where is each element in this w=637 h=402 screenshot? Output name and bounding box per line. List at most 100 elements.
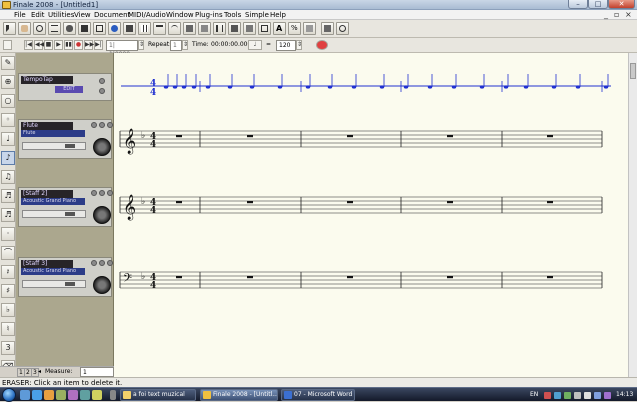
pan-dial-icon[interactable] (93, 206, 111, 224)
start-button[interactable] (2, 388, 16, 402)
volume-fader[interactable] (22, 280, 86, 288)
mdi-restore-button[interactable]: ▫ (614, 10, 619, 19)
time-signature-tool-button[interactable] (78, 22, 91, 35)
tray-icon[interactable] (554, 392, 561, 399)
hand-grabber-button[interactable] (18, 22, 31, 35)
repeat-spinner[interactable]: ⇕ (182, 40, 188, 50)
vertical-scrollbar[interactable] (628, 53, 637, 377)
menu-tools[interactable]: Tools (224, 11, 241, 19)
volume-fader[interactable] (22, 142, 86, 150)
fader-thumb[interactable] (65, 282, 75, 286)
pencil-tool-button[interactable]: ✎ (1, 56, 15, 70)
tray-icon[interactable] (594, 392, 601, 399)
mdi-close-button[interactable]: × (625, 10, 632, 19)
pause-button[interactable]: ▮▮ (64, 40, 73, 50)
forward-to-end-button[interactable]: ▶| (94, 40, 103, 50)
rest-button[interactable]: 𝄽 (1, 265, 15, 279)
record-arm-icon[interactable] (107, 190, 113, 196)
zoom-tool-button[interactable] (33, 22, 46, 35)
scroll-left-icon[interactable]: ◂ (38, 368, 41, 375)
whole-note-button[interactable]: ○ (1, 94, 15, 108)
counter-spinner[interactable]: ⇕ (138, 40, 144, 50)
clef-tool-button[interactable] (93, 22, 106, 35)
quick-launch-icon[interactable] (92, 390, 102, 400)
flat-button[interactable]: ♭ (1, 303, 15, 317)
magnify-button[interactable] (336, 22, 349, 35)
menu-edit[interactable]: Edit (31, 11, 45, 19)
page-layout-button[interactable] (303, 22, 316, 35)
sixteenth-note-button[interactable]: ♬ (1, 189, 15, 203)
play-button[interactable]: ▶ (54, 40, 63, 50)
mute-icon[interactable] (91, 260, 97, 266)
volume-icon[interactable] (584, 392, 591, 399)
minimize-button[interactable]: – (568, 0, 588, 9)
internet-explorer-icon[interactable] (32, 390, 42, 400)
quick-launch-overflow-icon[interactable] (110, 390, 116, 400)
fader-thumb[interactable] (65, 144, 75, 148)
measure-field[interactable]: 1 (80, 367, 114, 377)
network-icon[interactable] (574, 392, 581, 399)
mute-icon[interactable] (91, 190, 97, 196)
quarter-note-button[interactable]: ♪ (1, 151, 15, 165)
language-indicator[interactable]: EN (530, 391, 538, 398)
pan-dial-icon[interactable] (93, 276, 111, 294)
taskbar-folder-button[interactable]: a foi text muzical (120, 389, 196, 401)
selection-tool-button[interactable] (3, 22, 16, 35)
dotted-note-button[interactable]: · (1, 227, 15, 241)
special-tools-button[interactable] (321, 22, 334, 35)
hyperscribe-button[interactable] (138, 22, 151, 35)
breve-button[interactable]: ◦ (1, 113, 15, 127)
smart-shape-button[interactable] (168, 22, 181, 35)
menu-simple[interactable]: Simple (245, 11, 269, 19)
measure-tool-button[interactable] (258, 22, 271, 35)
sharp-button[interactable]: ♯ (1, 284, 15, 298)
scroll-thumb[interactable] (630, 63, 636, 79)
text-tool-button[interactable]: A (273, 22, 286, 35)
menu-utilities[interactable]: Utilities (48, 11, 74, 19)
menu-midi-audio[interactable]: MIDI/Audio (128, 11, 166, 19)
tempotap-knob-icon[interactable] (99, 78, 105, 84)
key-signature-tool-button[interactable] (63, 22, 76, 35)
instrument-select[interactable]: Flute (21, 130, 85, 137)
solo-icon[interactable] (99, 122, 105, 128)
tuplet-tool-button[interactable] (153, 22, 166, 35)
staff-tool-button[interactable] (48, 22, 61, 35)
menu-window[interactable]: Window (166, 11, 194, 19)
rewind-to-start-button[interactable]: |◀ (24, 40, 33, 50)
repeat-tool-button[interactable] (213, 22, 226, 35)
record-arm-icon[interactable] (107, 260, 113, 266)
tempo-spinner[interactable]: ⇕ (296, 40, 302, 50)
tempo-note-button[interactable]: ♩ (248, 40, 262, 50)
half-note-button[interactable]: ♩ (1, 132, 15, 146)
close-button[interactable]: ✕ (608, 0, 635, 9)
record-arm-icon[interactable] (107, 122, 113, 128)
eighth-note-button[interactable]: ♫ (1, 170, 15, 184)
repeat-field[interactable]: 1 (170, 40, 182, 51)
tempotap-edit-button[interactable]: EDIT (55, 86, 83, 93)
solo-icon[interactable] (99, 190, 105, 196)
mute-icon[interactable] (91, 122, 97, 128)
lyrics-tool-button[interactable] (243, 22, 256, 35)
percent-tool-button[interactable]: % (288, 22, 301, 35)
stop-button[interactable]: ■ (44, 40, 53, 50)
tie-button[interactable]: ⌒ (1, 246, 15, 260)
dot-tool-button[interactable]: ⊕ (1, 75, 15, 89)
tempo-field[interactable]: 120 (276, 40, 296, 51)
media-player-icon[interactable] (44, 390, 54, 400)
taskbar-word-button[interactable]: 07 - Microsoft Word (281, 389, 355, 401)
mdi-minimize-button[interactable]: _ (604, 10, 608, 19)
instrument-select[interactable]: Acoustic Grand Piano (21, 198, 85, 205)
menu-document[interactable]: Document (94, 11, 130, 19)
chord-tool-button[interactable] (228, 22, 241, 35)
show-desktop-icon[interactable] (20, 390, 30, 400)
natural-button[interactable]: ♮ (1, 322, 15, 336)
audio-unit-button[interactable] (316, 40, 328, 50)
tempotap-mute-icon[interactable] (99, 88, 105, 94)
taskbar-finale-button[interactable]: Finale 2008 - [Untitl... (200, 389, 278, 401)
quick-launch-icon[interactable] (56, 390, 66, 400)
simple-entry-button[interactable] (108, 22, 121, 35)
finale-app-icon[interactable] (2, 1, 11, 9)
menu-plug-ins[interactable]: Plug-ins (195, 11, 223, 19)
menu-help[interactable]: Help (270, 11, 286, 19)
playback-settings-button[interactable] (3, 40, 12, 50)
